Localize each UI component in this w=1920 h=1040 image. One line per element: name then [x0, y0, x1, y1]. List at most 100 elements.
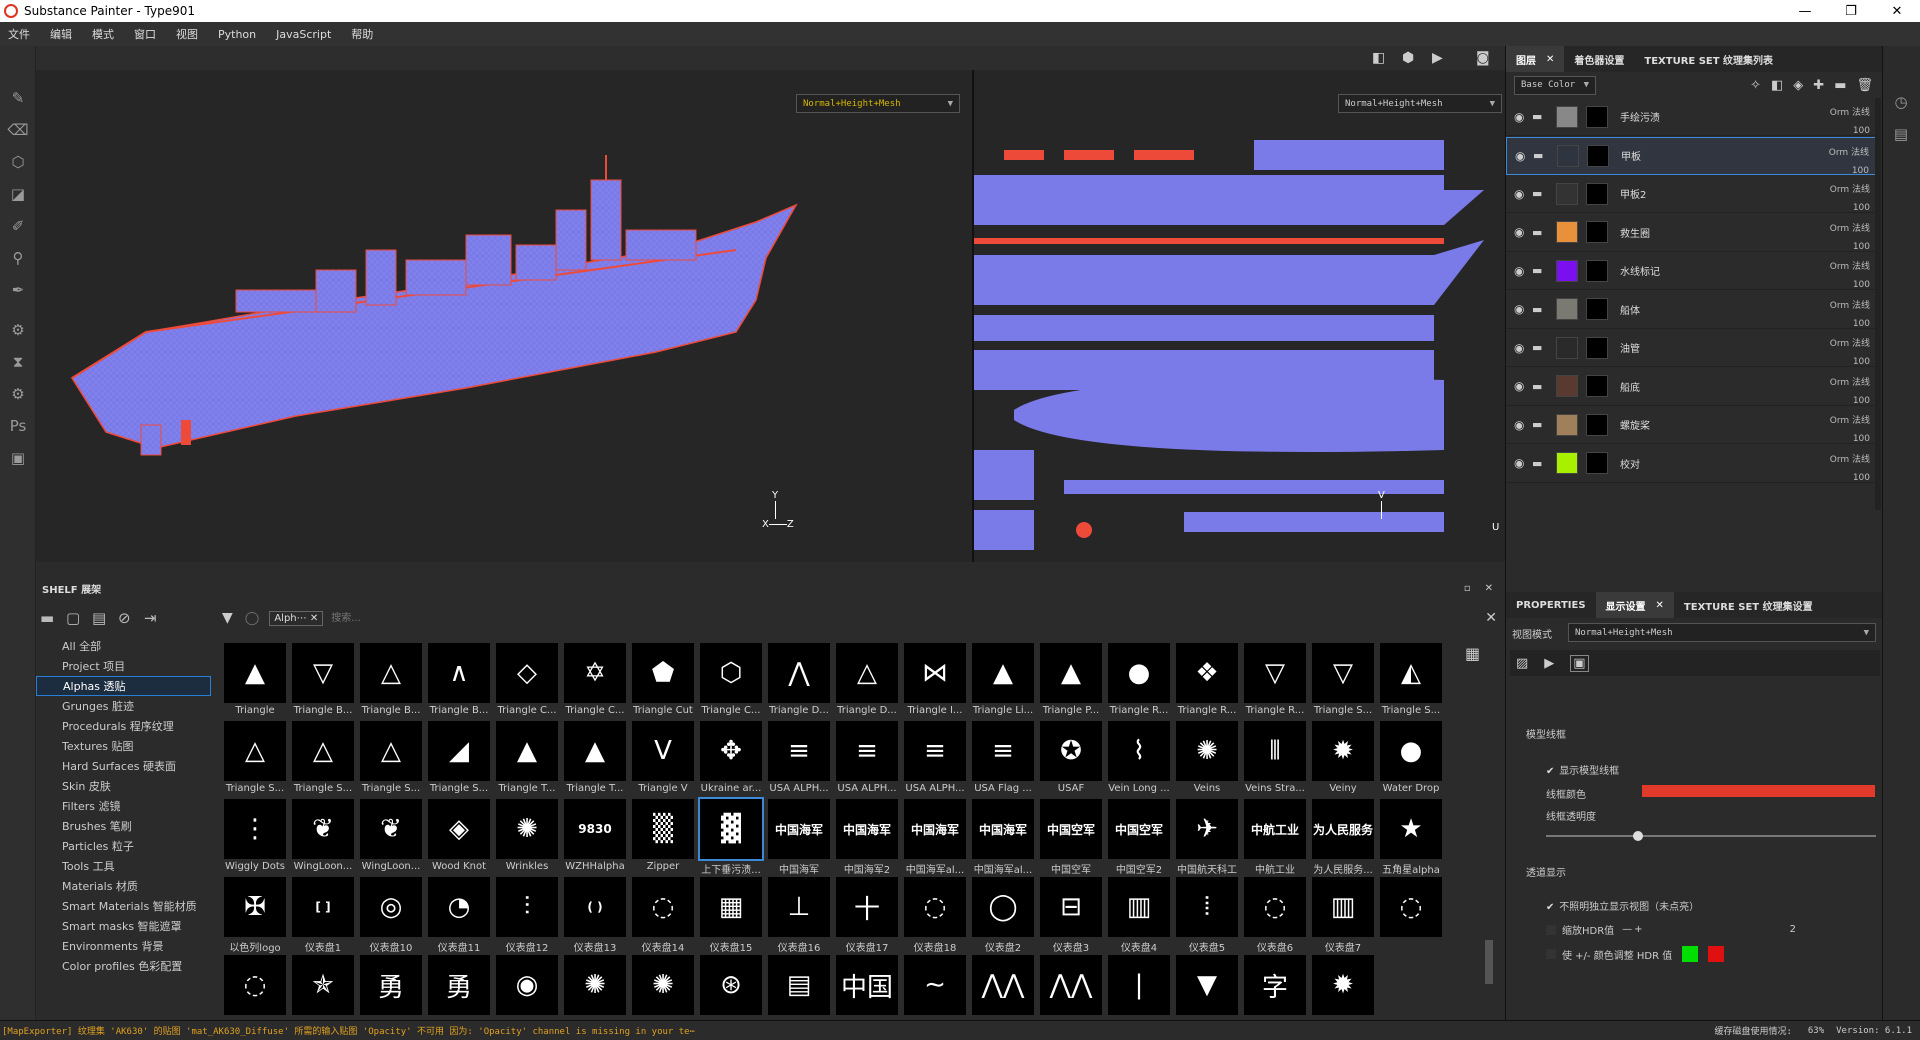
shelf-item[interactable]: [ ] 仪表盘1	[289, 877, 357, 955]
filter-tag[interactable]: Alph⋯ ✕	[269, 610, 324, 626]
menu-file[interactable]: 文件	[8, 26, 30, 42]
layer-row[interactable]: ◉ ▬ 救生圈 Orm 法线 100	[1506, 214, 1876, 252]
layer-scrollbar[interactable]	[1875, 98, 1881, 510]
layer-row[interactable]: ◉ ▬ 甲板2 Orm 法线 100	[1506, 175, 1876, 213]
shelf-item[interactable]: ⌇ Vein Long ...	[1105, 721, 1173, 799]
category-skin[interactable]: Skin 皮肤	[36, 776, 211, 796]
hdr-checkbox[interactable]	[1546, 924, 1556, 935]
shelf-item[interactable]: ≡ USA Flag ...	[969, 721, 1037, 799]
eye-icon[interactable]: ◉	[1515, 149, 1533, 163]
eraser-icon[interactable]: ⌫	[0, 114, 36, 146]
category-environments[interactable]: Environments 背景	[36, 936, 211, 956]
layer-blend-mode[interactable]: Orm 法线	[1830, 220, 1870, 238]
shelf-item[interactable]: ⋮ Wiggly Dots	[221, 799, 289, 877]
shelf-item[interactable]: ✡ Triangle C...	[561, 643, 629, 721]
shelf-item[interactable]: △ Triangle S...	[221, 721, 289, 799]
viewport-2d[interactable]: Normal+Height+Mesh ▼ V U	[972, 70, 1505, 562]
shelf-item[interactable]: ▥ 仪表盘4	[1105, 877, 1173, 955]
shelf-item[interactable]: ◌ 仪表盘6	[1241, 877, 1309, 955]
layer-blend-mode[interactable]: Orm 法线	[1830, 374, 1870, 392]
wire-color-swatch[interactable]	[1642, 785, 1875, 797]
shelf-item[interactable]: ✈ 中国航天科工	[1173, 799, 1241, 877]
eye-icon[interactable]: ◉	[1514, 225, 1532, 239]
shelf-item[interactable]: ▲ Triangle	[221, 643, 289, 721]
shelf-close-icon[interactable]: ✕	[1485, 583, 1493, 594]
layer-row[interactable]: ◉ ▬ 水线标记 Orm 法线 100	[1506, 252, 1876, 290]
category-filters[interactable]: Filters 滤镜	[36, 796, 211, 816]
layer-blend-mode[interactable]: Orm 法线	[1830, 451, 1870, 469]
shelf-item[interactable]: ≡ USA ALPH...	[833, 721, 901, 799]
shelf-item[interactable]: 中国海军 中国海军al...	[969, 799, 1037, 877]
add-folder-icon[interactable]: ▬	[1834, 78, 1846, 93]
shelf-item[interactable]: ▒ Zipper	[629, 799, 697, 877]
shelf-item[interactable]: ∧ Triangle B...	[425, 643, 493, 721]
shelf-item[interactable]: ◈ Wood Knot	[425, 799, 493, 877]
shelf-item[interactable]: ❖ Triangle R...	[1173, 643, 1241, 721]
layer-row[interactable]: ◉ ▬ 手绘污渍 Orm 法线 100	[1506, 98, 1876, 136]
shelf-item[interactable]: ❦ WingLoon...	[357, 799, 425, 877]
shelf-item[interactable]: ◎ 仪表盘10	[357, 877, 425, 955]
shelf-item[interactable]: 中国海军 中国海军al...	[901, 799, 969, 877]
layer-blend-mode[interactable]: Orm 法线	[1830, 412, 1870, 430]
environment-icon[interactable]: ▨	[1516, 656, 1528, 671]
history-icon[interactable]: ◷	[1883, 86, 1919, 118]
shelf-item[interactable]: ⦙ 仪表盘5	[1173, 877, 1241, 955]
shelf-item[interactable]: ❦ WingLoon...	[289, 799, 357, 877]
clear-filter-icon[interactable]: ◯	[245, 611, 260, 626]
menu-view[interactable]: 视图	[176, 26, 198, 42]
eye-icon[interactable]: ◉	[1514, 379, 1532, 393]
shelf-item[interactable]: ( ) 仪表盘13	[561, 877, 629, 955]
category-all[interactable]: All 全部	[36, 636, 211, 656]
category-grunges[interactable]: Grunges 脏迹	[36, 696, 211, 716]
shelf-item[interactable]: 十仪表盘17	[833, 877, 901, 955]
projection-icon[interactable]: ⬡	[0, 146, 36, 178]
layer-row[interactable]: ◉ ▬ 船底 Orm 法线 100	[1506, 368, 1876, 406]
menu-javascript[interactable]: JavaScript	[276, 28, 331, 41]
color-picker-icon[interactable]: ✒	[0, 274, 36, 306]
hdr-plus-button[interactable]: +	[1634, 924, 1642, 935]
shelf-item[interactable]: ◯ 仪表盘2	[969, 877, 1037, 955]
shelf-item[interactable]: ⫶ 仪表盘12	[493, 877, 561, 955]
folder-icon[interactable]: ▬	[40, 609, 66, 627]
layer-row[interactable]: ◉ ▬ 校对 Orm 法线 100	[1506, 445, 1876, 483]
eye-icon[interactable]: ◉	[1514, 187, 1532, 201]
shelf-item[interactable]: ✺ Veins	[1173, 721, 1241, 799]
shelf-item[interactable]: ◭ Triangle S...	[1377, 643, 1445, 721]
shelf-item[interactable]: ▥ 仪表盘7	[1309, 877, 1377, 955]
polygon-fill-icon[interactable]: ◪	[0, 178, 36, 210]
shelf-item[interactable]: ≡ USA ALPH...	[765, 721, 833, 799]
layer-row[interactable]: ◉ ▬ 船体 Orm 法线 100	[1506, 291, 1876, 329]
category-color-profiles[interactable]: Color profiles 色彩配置	[36, 956, 211, 976]
shelf-item[interactable]: 9830 WZHHalpha	[561, 799, 629, 877]
menu-window[interactable]: 窗口	[134, 26, 156, 42]
shelf-item[interactable]: ✥ Ukraine ar...	[697, 721, 765, 799]
add-paint-layer-icon[interactable]: ✚	[1813, 78, 1824, 93]
maximize-button[interactable]: ❐	[1828, 4, 1874, 19]
smudge-icon[interactable]: ✐	[0, 210, 36, 242]
category-textures[interactable]: Textures 贴图	[36, 736, 211, 756]
import-icon[interactable]: ⇥	[144, 609, 170, 627]
shelf-item[interactable]: ▽ Triangle B...	[289, 643, 357, 721]
shelf-float-icon[interactable]: ▫	[1464, 583, 1471, 594]
shelf-item[interactable]: ⊟ 仪表盘3	[1037, 877, 1105, 955]
shelf-item[interactable]: ● Water Drop	[1377, 721, 1445, 799]
wire-opacity-slider[interactable]	[1546, 831, 1876, 841]
category-procedurals[interactable]: Procedurals 程序纹理	[36, 716, 211, 736]
camera-settings-icon[interactable]: ▶	[1544, 656, 1554, 671]
shelf-item[interactable]: ⋈ Triangle I...	[901, 643, 969, 721]
screenshot-icon[interactable]: ▣	[0, 442, 36, 474]
tab-texture-set-list[interactable]: TEXTURE SET 纹理集列表	[1634, 46, 1783, 72]
shelf-item[interactable]: 中国空军 中国空军	[1037, 799, 1105, 877]
log-icon[interactable]: ▤	[1883, 118, 1919, 150]
view-mode-dropdown[interactable]: Normal+Height+Mesh ▼	[1568, 623, 1876, 642]
eye-icon[interactable]: ◉	[1514, 302, 1532, 316]
hide-icon[interactable]: ⊘	[118, 609, 144, 627]
shelf-item[interactable]: ◌ 仪表盘14	[629, 877, 697, 955]
eye-icon[interactable]: ◉	[1514, 264, 1532, 278]
shelf-item[interactable]: ▲ Triangle T...	[561, 721, 629, 799]
shelf-item[interactable]: ◌ 仪表盘18	[901, 877, 969, 955]
add-fill-layer-icon[interactable]: ◈	[1793, 78, 1803, 93]
category-project[interactable]: Project 项目	[36, 656, 211, 676]
shelf-search-input[interactable]	[331, 608, 1392, 628]
shelf-item[interactable]: ≡ USA ALPH...	[901, 721, 969, 799]
